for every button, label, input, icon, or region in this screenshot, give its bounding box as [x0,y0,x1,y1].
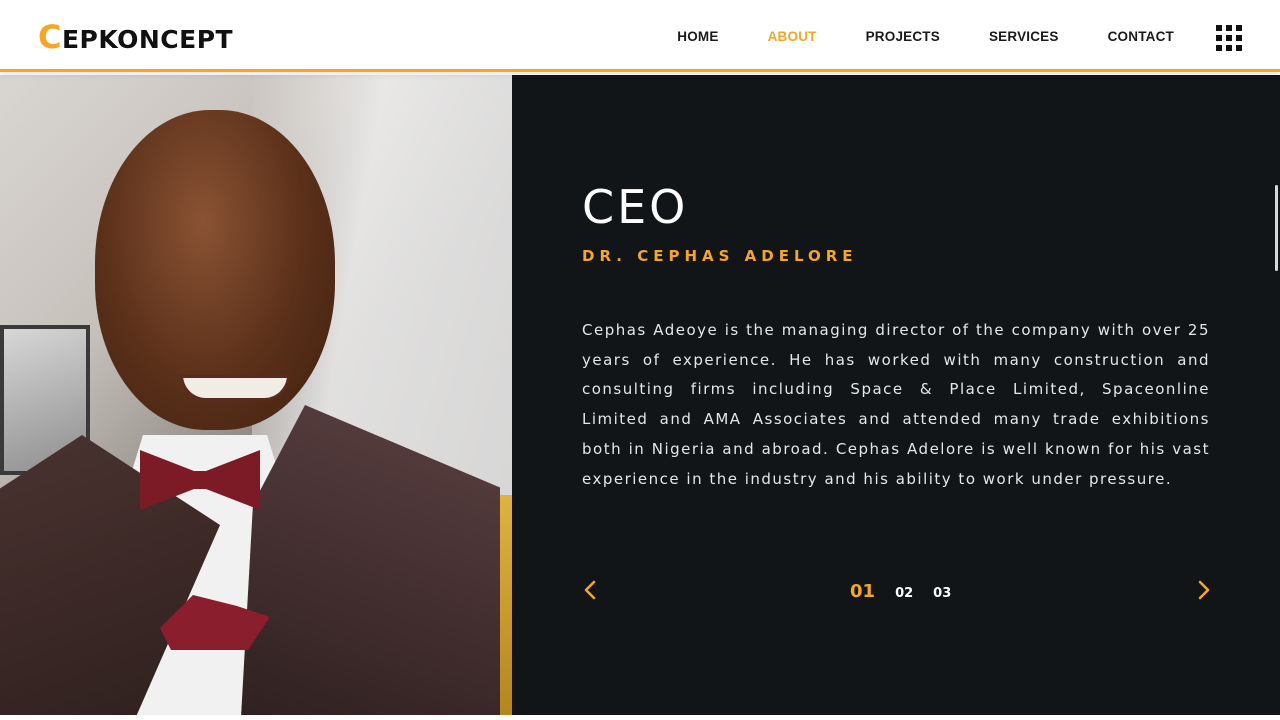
page-numbers: 01 02 03 [850,581,971,602]
slider-pager: 01 02 03 [582,575,1212,605]
page-01[interactable]: 01 [850,581,875,602]
page-02[interactable]: 02 [895,586,913,601]
profile-title: CEO [582,180,689,234]
nav-home[interactable]: HOME [677,29,718,44]
profile-bio: Cephas Adeoye is the managing director o… [582,321,1210,488]
profile-panel: CEO DR. CEPHAS ADELORE Cephas Adeoye is … [512,75,1280,715]
nav-projects[interactable]: PROJECTS [866,29,940,44]
site-header: C EPKONCEPT HOME ABOUT PROJECTS SERVICES … [0,0,1280,72]
grid-menu-icon[interactable] [1216,25,1242,51]
nav-contact[interactable]: CONTACT [1108,29,1174,44]
logo-text: EPKONCEPT [61,25,234,54]
nav-about[interactable]: ABOUT [768,29,817,44]
profile-name: DR. CEPHAS ADELORE [582,247,858,265]
chevron-right-icon[interactable] [1196,579,1212,601]
chevron-left-icon[interactable] [582,579,598,601]
logo-initial: C [38,18,62,56]
main-nav: HOME ABOUT PROJECTS SERVICES CONTACT [628,0,1174,72]
scrollbar[interactable] [1275,185,1278,271]
logo[interactable]: C EPKONCEPT [38,18,233,56]
nav-services[interactable]: SERVICES [989,29,1059,44]
ceo-photo [0,75,512,715]
page-03[interactable]: 03 [933,586,951,601]
